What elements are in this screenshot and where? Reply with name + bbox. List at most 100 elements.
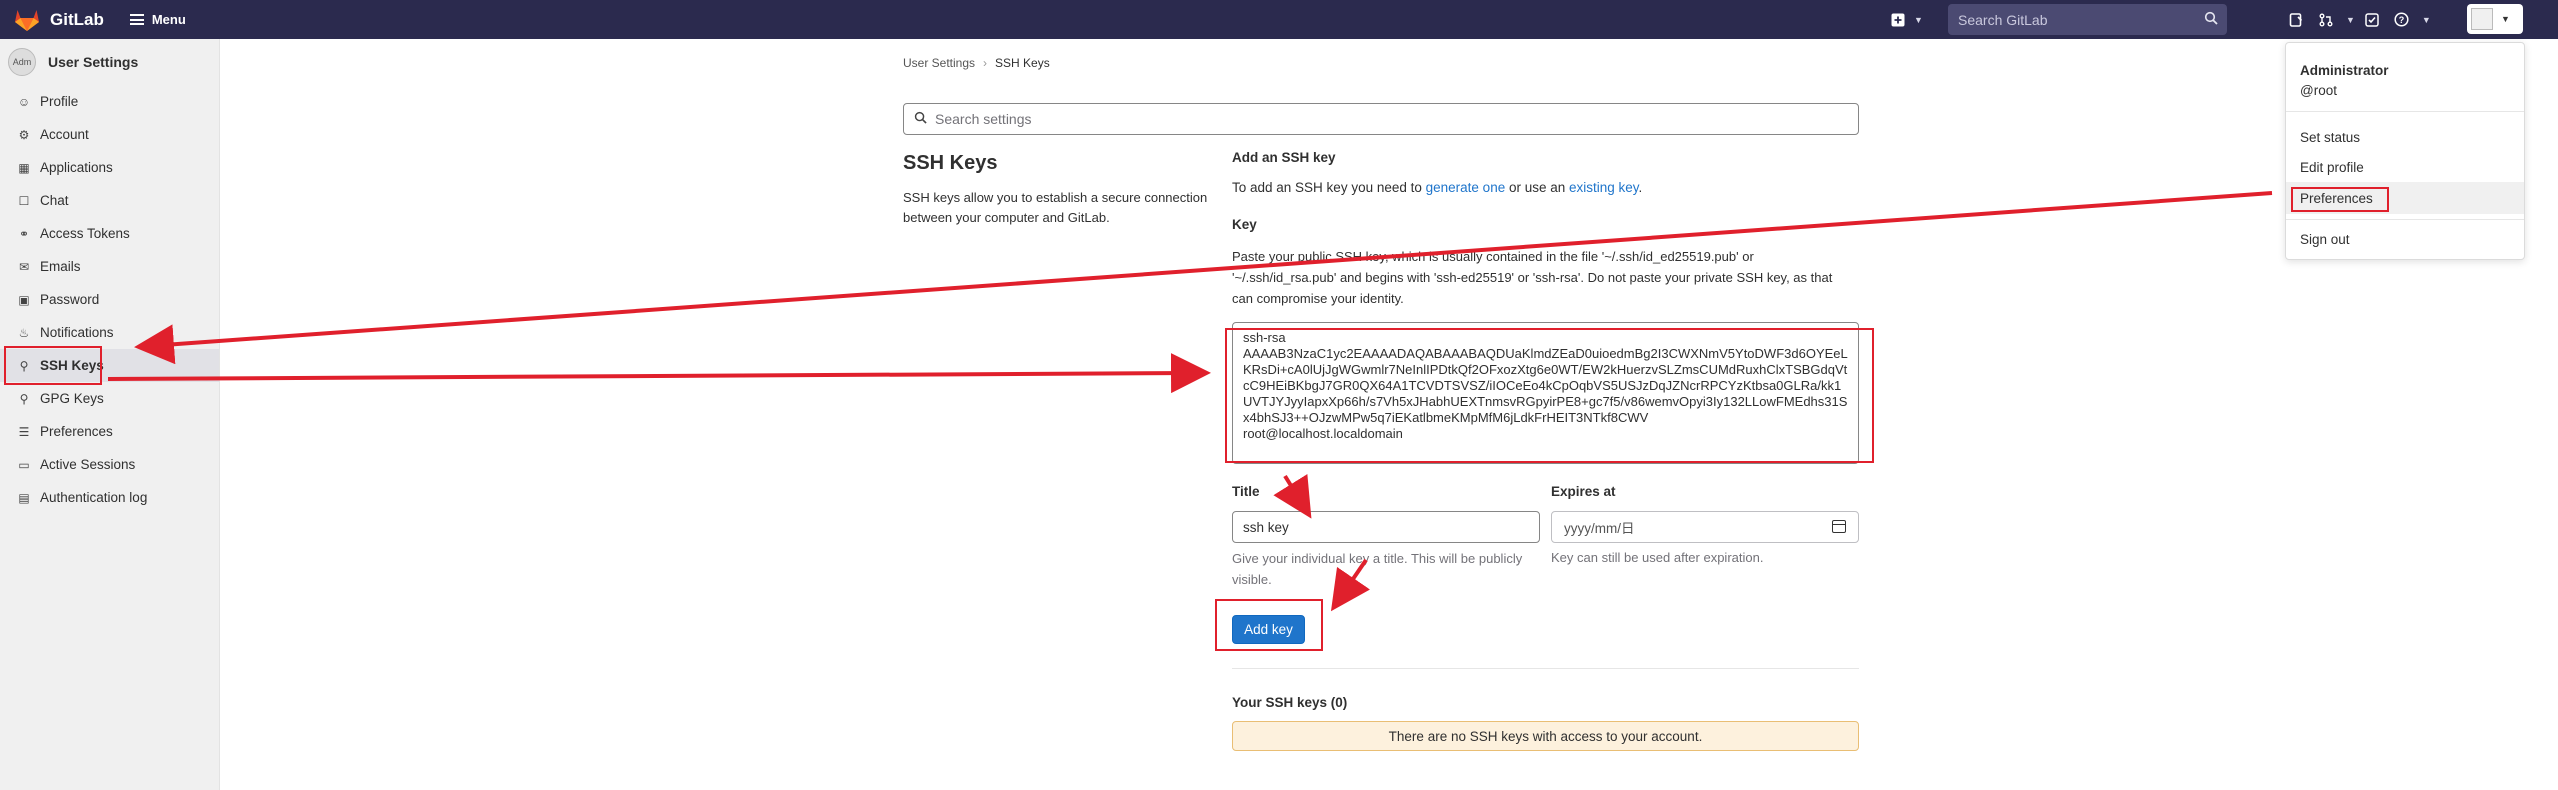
annotation-box-key-field xyxy=(1225,328,1874,463)
menu-button[interactable]: Menu xyxy=(129,12,186,27)
add-key-intro-text: or use an xyxy=(1505,180,1570,195)
expires-date-input[interactable]: yyyy/mm/日 xyxy=(1551,511,1859,543)
plus-square-icon xyxy=(1885,7,1911,33)
sidebar-item-authentication-log[interactable]: ▤ Authentication log xyxy=(0,481,219,514)
lock-icon: ▣ xyxy=(18,292,30,307)
add-key-intro: To add an SSH key you need to generate o… xyxy=(1232,180,1642,195)
brand-name: GitLab xyxy=(50,9,104,29)
sidebar-item-active-sessions[interactable]: ▭ Active Sessions xyxy=(0,448,219,481)
title-input[interactable]: ssh key xyxy=(1232,511,1540,543)
sidebar-item-account[interactable]: ⚙ Account xyxy=(0,118,219,151)
sidebar-item-label: Preferences xyxy=(40,424,113,439)
expires-help-text: Key can still be used after expiration. xyxy=(1551,550,1764,565)
merge-request-icon[interactable] xyxy=(2313,7,2339,33)
sidebar-item-password[interactable]: ▣ Password xyxy=(0,283,219,316)
sidebar-item-label: Active Sessions xyxy=(40,457,136,472)
settings-sidebar: Adm User Settings ☺ Profile ⚙ Account ▦ App… xyxy=(0,39,220,790)
dropdown-user-name: Administrator xyxy=(2300,63,2389,78)
help-icon[interactable]: ? xyxy=(2389,7,2415,33)
navbar-shortcuts: ▼ ? ▼ xyxy=(2283,0,2431,39)
breadcrumb-current[interactable]: SSH Keys xyxy=(995,56,1050,70)
section-description: SSH keys allow you to establish a secure… xyxy=(903,190,1208,225)
user-menu-button[interactable]: ▼ xyxy=(2467,4,2523,34)
sidebar-item-notifications[interactable]: ♨ Notifications xyxy=(0,316,219,349)
chevron-down-icon: ▼ xyxy=(1914,14,1923,25)
sidebar-item-profile[interactable]: ☺ Profile xyxy=(0,85,219,118)
annotation-box-add-key xyxy=(1215,599,1323,651)
new-item-dropdown[interactable]: ▼ xyxy=(1885,0,1923,39)
sidebar-nav-list: ☺ Profile ⚙ Account ▦ Applications ☐ Chat ⚭ A… xyxy=(0,85,219,514)
annotation-box-preferences xyxy=(2291,187,2389,212)
generate-one-link[interactable]: generate one xyxy=(1426,180,1506,195)
empty-keys-alert: There are no SSH keys with access to you… xyxy=(1232,721,1859,751)
breadcrumb-chevron-icon: › xyxy=(983,56,988,70)
sidebar-item-applications[interactable]: ▦ Applications xyxy=(0,151,219,184)
add-key-intro-text: To add an SSH key you need to xyxy=(1232,180,1426,195)
expires-label: Expires at xyxy=(1551,484,1616,499)
global-search-placeholder: Search GitLab xyxy=(1958,11,2048,28)
global-search-input[interactable]: Search GitLab xyxy=(1948,4,2227,35)
key-help-text: Paste your public SSH key, which is usua… xyxy=(1232,249,1833,306)
key-label: Key xyxy=(1232,217,1257,232)
mail-icon: ✉ xyxy=(18,259,30,274)
expires-placeholder: yyyy/mm/日 xyxy=(1564,521,1635,536)
sidebar-item-label: Profile xyxy=(40,94,79,109)
sidebar-item-access-tokens[interactable]: ⚭ Access Tokens xyxy=(0,217,219,250)
add-key-heading: Add an SSH key xyxy=(1232,150,1336,165)
chevron-down-icon: ▼ xyxy=(2346,14,2355,25)
title-label: Title xyxy=(1232,484,1260,499)
issues-icon[interactable] xyxy=(2283,7,2309,33)
todo-icon[interactable] xyxy=(2359,7,2385,33)
breadcrumb-parent-link[interactable]: User Settings xyxy=(903,56,975,70)
your-keys-heading: Your SSH keys (0) xyxy=(1232,695,1348,710)
token-icon: ⚭ xyxy=(18,226,30,241)
search-icon xyxy=(914,111,927,127)
gitlab-home-link[interactable]: GitLab xyxy=(14,8,104,32)
gpg-key-icon: ⚲ xyxy=(19,391,29,406)
divider xyxy=(2286,219,2524,220)
sidebar-context-header[interactable]: Adm User Settings xyxy=(0,39,219,85)
arrow-ssh-to-key-field xyxy=(107,353,1211,394)
divider xyxy=(2286,111,2524,112)
add-key-intro-text: . xyxy=(1638,180,1643,195)
sidebar-item-chat[interactable]: ☐ Chat xyxy=(0,184,219,217)
sidebar-item-label: GPG Keys xyxy=(40,391,104,406)
sidebar-item-label: Chat xyxy=(40,193,69,208)
sidebar-item-label: Emails xyxy=(40,259,81,274)
applications-icon: ▦ xyxy=(18,160,30,175)
account-icon: ⚙ xyxy=(18,127,30,142)
chevron-down-icon: ▼ xyxy=(2421,14,2431,25)
top-navbar: GitLab Menu ▼ Search GitLab ▼ ? ▼ ▼ xyxy=(0,0,2558,39)
preferences-icon: ☰ xyxy=(18,424,30,439)
sidebar-item-label: Access Tokens xyxy=(40,226,130,241)
dropdown-username: @root xyxy=(2300,83,2337,98)
calendar-icon[interactable] xyxy=(1832,520,1846,533)
search-icon xyxy=(2204,11,2218,28)
sidebar-item-label: Password xyxy=(40,292,100,307)
menu-label: Menu xyxy=(151,12,186,27)
sidebar-item-gpg-keys[interactable]: ⚲ GPG Keys xyxy=(0,382,219,415)
user-dropdown-menu: Administrator @root Set status Edit prof… xyxy=(2285,42,2525,260)
settings-search-input[interactable]: Search settings xyxy=(903,103,1859,135)
arrow-to-title xyxy=(1273,474,1312,519)
set-status-menu-item[interactable]: Set status xyxy=(2286,121,2524,153)
sidebar-item-preferences[interactable]: ☰ Preferences xyxy=(0,415,219,448)
chevron-down-icon: ▼ xyxy=(2501,14,2510,24)
gitlab-logo-icon xyxy=(15,9,39,31)
sign-out-menu-item[interactable]: Sign out xyxy=(2286,223,2524,255)
svg-text:?: ? xyxy=(2399,15,2405,25)
log-icon: ▤ xyxy=(18,490,30,505)
avatar xyxy=(2471,8,2493,30)
existing-key-link[interactable]: existing key xyxy=(1569,180,1639,195)
edit-profile-menu-item[interactable]: Edit profile xyxy=(2286,151,2524,183)
context-title: User Settings xyxy=(48,54,139,70)
sidebar-item-emails[interactable]: ✉ Emails xyxy=(0,250,219,283)
sidebar-item-label: Account xyxy=(40,127,89,142)
title-input-value: ssh key xyxy=(1243,519,1289,535)
settings-search-placeholder: Search settings xyxy=(935,111,1032,127)
breadcrumb: User Settings › SSH Keys xyxy=(903,56,1050,70)
hamburger-icon xyxy=(129,14,144,25)
sidebar-item-label: Authentication log xyxy=(40,490,148,505)
context-avatar: Adm xyxy=(8,48,36,76)
profile-icon: ☺ xyxy=(17,94,31,109)
